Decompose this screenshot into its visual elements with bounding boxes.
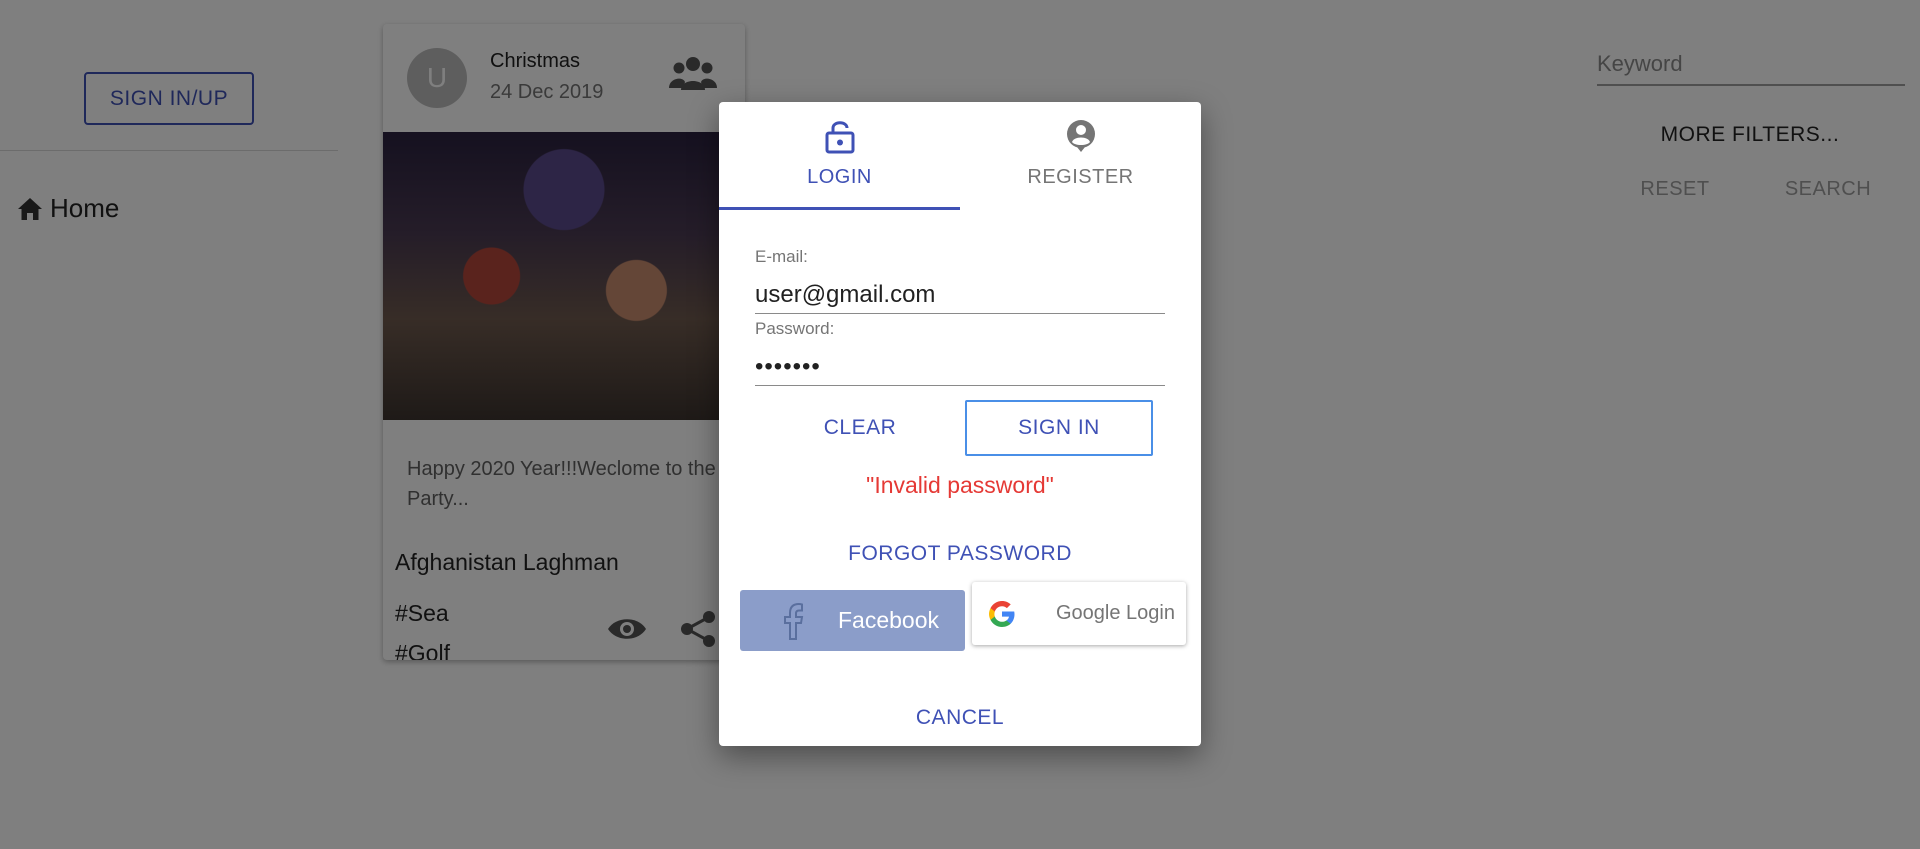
forgot-password-button[interactable]: FORGOT PASSWORD bbox=[719, 542, 1201, 566]
tab-label: REGISTER bbox=[1027, 166, 1134, 188]
google-icon bbox=[989, 600, 1015, 627]
cancel-button[interactable]: CANCEL bbox=[719, 706, 1201, 730]
facebook-label: Facebook bbox=[838, 607, 940, 633]
password-field[interactable] bbox=[755, 348, 1165, 386]
email-label: E-mail: bbox=[755, 247, 808, 266]
lock-open-icon bbox=[825, 121, 854, 154]
facebook-icon bbox=[784, 602, 804, 640]
tab-indicator bbox=[719, 207, 960, 210]
google-label: Google Login bbox=[1056, 602, 1175, 624]
tab-label: LOGIN bbox=[807, 166, 872, 188]
email-field[interactable] bbox=[755, 276, 1165, 314]
google-login-button[interactable]: Google Login bbox=[972, 582, 1186, 645]
error-message: "Invalid password" bbox=[866, 472, 1054, 498]
password-label: Password: bbox=[755, 319, 835, 338]
clear-button[interactable]: CLEAR bbox=[755, 400, 965, 456]
facebook-login-button[interactable]: Facebook bbox=[740, 590, 965, 651]
tab-register[interactable]: REGISTER bbox=[960, 102, 1201, 210]
tab-login[interactable]: LOGIN bbox=[719, 102, 960, 210]
account-circle-icon bbox=[1066, 120, 1095, 152]
login-dialog: LOGIN REGISTER E-mail: Password: CLEAR S… bbox=[719, 102, 1201, 746]
sign-in-button[interactable]: SIGN IN bbox=[965, 400, 1153, 456]
